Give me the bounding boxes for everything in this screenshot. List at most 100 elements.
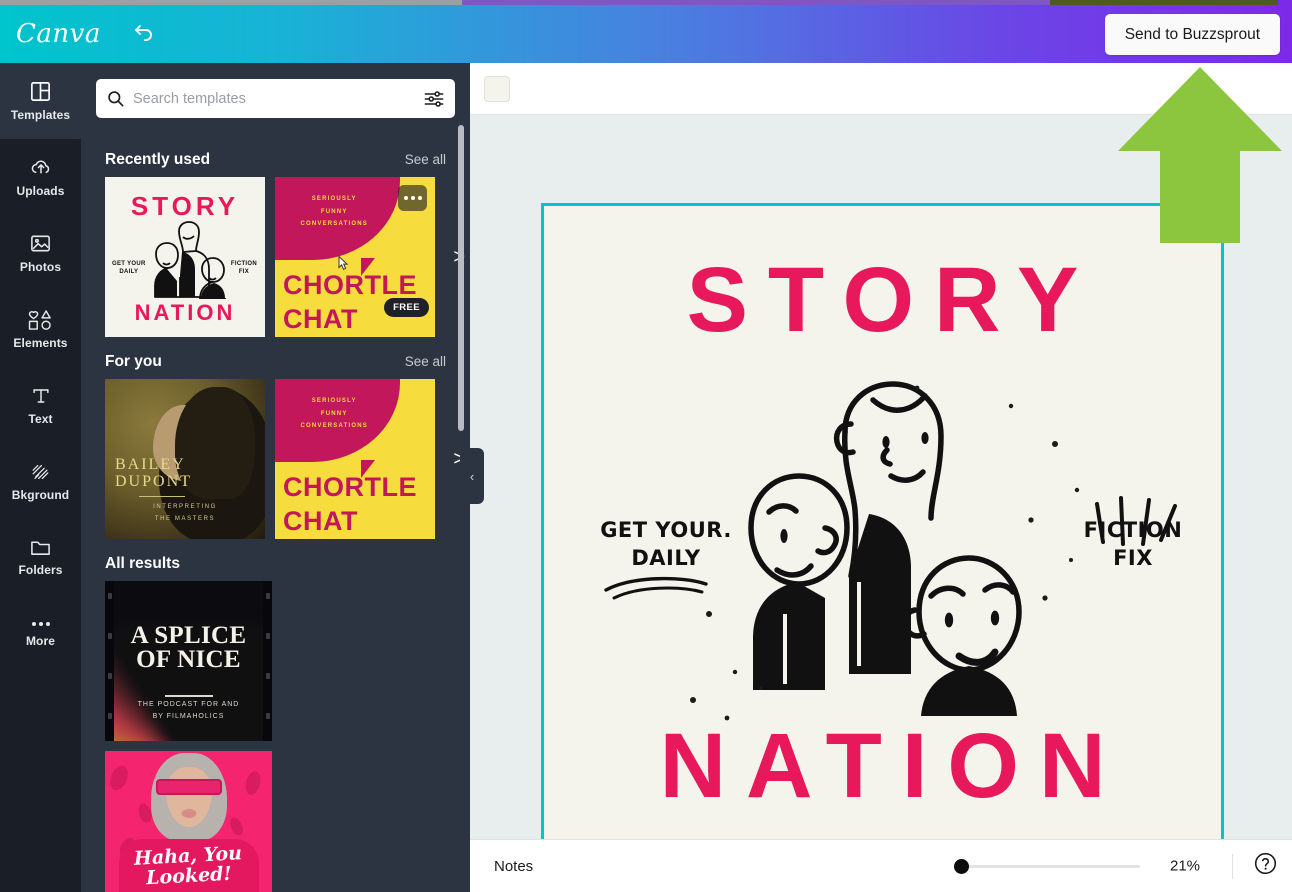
section-header-for-you: For you See all [81, 337, 470, 379]
template-card-haha-you-looked[interactable]: Haha, You Looked! THE PRANK SQUAD [105, 751, 272, 892]
divider [164, 695, 213, 697]
background-color-swatch[interactable] [484, 75, 510, 102]
templates-panel: Recently used See all STORY [81, 63, 470, 892]
section-title: All results [105, 555, 180, 572]
notes-button[interactable]: Notes [494, 858, 533, 875]
all-results-grid: A SPLICE OF NICE THE PODCAST FOR AND BY … [81, 581, 470, 892]
section-title: Recently used [105, 151, 211, 168]
hatch-pattern-icon [29, 461, 52, 483]
sidebar-item-label: Photos [19, 260, 62, 274]
sunglasses [155, 779, 222, 795]
card-bubble-text: SERIOUSLY FUNNY CONVERSATIONS [300, 196, 368, 228]
shapes-icon [28, 309, 53, 331]
card-illustration [130, 221, 240, 304]
card-artwork: SERIOUSLY FUNNY CONVERSATIONS CHORTLE CH… [275, 177, 435, 337]
card-title: BAILEY DUPONT [115, 455, 192, 491]
card-title: A SPLICE OF NICE [130, 622, 247, 674]
undo-icon[interactable] [127, 17, 161, 51]
bottom-bar-divider [1232, 854, 1233, 879]
sidebar-item-bkground[interactable]: Bkground [0, 443, 81, 519]
sidebar-item-label: Elements [13, 335, 68, 350]
send-to-buzzsprout-button[interactable]: Send to Buzzsprout [1104, 14, 1280, 55]
recently-used-row: STORY GET YOUR DAILY FICTION FIX NATION … [81, 177, 470, 337]
sidebar-item-label: Uploads [16, 184, 65, 198]
folder-icon [29, 537, 52, 558]
card-title-bottom: NATION [134, 299, 236, 325]
sidebar-item-text[interactable]: Text [0, 367, 81, 443]
panel-scroll-area[interactable]: Recently used See all STORY GET YOUR DAI… [81, 135, 470, 892]
upload-cloud-icon [29, 156, 53, 179]
editor-bottom-bar: Notes 21% [470, 839, 1292, 892]
see-all-link[interactable]: See all [405, 354, 446, 369]
canvas-note-left[interactable]: GET YOUR. DAILY [586, 516, 746, 573]
card-note-left: GET YOUR DAILY [112, 261, 146, 275]
mouse-cursor-icon [337, 255, 351, 272]
card-bubble-text: SERIOUSLY FUNNY CONVERSATIONS [300, 398, 368, 430]
card-title-line1: CHORTLE [283, 269, 417, 300]
zoom-percent-label: 21% [1170, 857, 1201, 875]
search-box[interactable] [96, 79, 455, 118]
sidebar-item-label: Text [28, 411, 53, 426]
card-subtitle: THE PODCAST FOR AND BY FILMAHOLICS [137, 701, 240, 721]
card-artwork: Haha, You Looked! THE PRANK SQUAD [105, 751, 272, 892]
panel-collapse-handle[interactable]: ‹ [460, 448, 484, 504]
template-card-story-nation[interactable]: STORY GET YOUR DAILY FICTION FIX NATION [105, 177, 265, 337]
panel-scrollbar-thumb[interactable] [458, 125, 464, 431]
canva-editor-window: Canva Send to Buzzsprout Templates Uploa… [0, 0, 1292, 892]
template-card-chortle-chat-2[interactable]: SERIOUSLY FUNNY CONVERSATIONS CHORTLE CH… [275, 379, 435, 539]
sidebar-item-elements[interactable]: Elements [0, 291, 81, 367]
text-t-icon [30, 385, 52, 407]
design-canvas[interactable]: STORY GET YOUR. DAILY FICTION FIX NATION [541, 203, 1224, 883]
canva-logo[interactable]: Canva [16, 21, 101, 47]
zoom-slider[interactable] [954, 859, 1144, 874]
photo-icon [29, 232, 52, 255]
sidebar-item-label: Bkground [11, 487, 70, 502]
canvas-burst-doodle [1095, 496, 1177, 546]
canvas-underline-doodle [604, 576, 708, 600]
sidebar-item-folders[interactable]: Folders [0, 519, 81, 595]
sidebar-item-label: Templates [10, 108, 71, 122]
rail-items: Templates Uploads Photos Elements Text B… [0, 63, 81, 671]
search-area [81, 63, 470, 118]
card-artwork: A SPLICE OF NICE THE PODCAST FOR AND BY … [105, 581, 272, 741]
template-card-a-splice-of-nice[interactable]: A SPLICE OF NICE THE PODCAST FOR AND BY … [105, 581, 272, 741]
card-title-line2: CHAT [283, 303, 358, 334]
card-artwork: SERIOUSLY FUNNY CONVERSATIONS CHORTLE CH… [275, 379, 435, 539]
sidebar-item-photos[interactable]: Photos [0, 215, 81, 291]
card-title-top: STORY [130, 191, 240, 222]
canvas-title-bottom[interactable]: NATION [544, 720, 1221, 812]
canvas-content: STORY GET YOUR. DAILY FICTION FIX NATION [544, 206, 1221, 880]
sidebar-item-uploads[interactable]: Uploads [0, 139, 81, 215]
card-artwork: STORY GET YOUR DAILY FICTION FIX NATION [105, 177, 265, 337]
sidebar-item-label: Folders [18, 563, 63, 577]
card-note-right: FICTION FIX [230, 261, 257, 275]
app-header: Canva Send to Buzzsprout [0, 5, 1292, 63]
template-card-chortle-chat[interactable]: SERIOUSLY FUNNY CONVERSATIONS CHORTLE CH… [275, 177, 435, 337]
sidebar-item-label: More [25, 633, 56, 648]
see-all-link[interactable]: See all [405, 152, 446, 167]
card-ellipsis-menu-icon[interactable] [398, 185, 427, 211]
section-title: For you [105, 353, 162, 370]
sidebar-item-templates[interactable]: Templates [0, 63, 81, 139]
card-artwork: BAILEY DUPONT INTERPRETING THE MASTERS [105, 379, 265, 539]
card-title-line2: CHAT [283, 505, 358, 536]
free-badge: FREE [384, 298, 429, 317]
search-input[interactable] [133, 90, 423, 107]
help-circle-icon[interactable] [1253, 851, 1278, 881]
filter-sliders-icon[interactable] [423, 89, 445, 109]
for-you-row: BAILEY DUPONT INTERPRETING THE MASTERS S… [81, 379, 470, 539]
template-card-bailey-dupont[interactable]: BAILEY DUPONT INTERPRETING THE MASTERS [105, 379, 265, 539]
zoom-slider-knob[interactable] [954, 859, 969, 874]
section-header-all-results: All results [81, 539, 470, 581]
card-subtitle: INTERPRETING THE MASTERS [153, 504, 217, 522]
search-icon [106, 89, 125, 108]
ellipsis-icon [29, 619, 53, 629]
left-nav-rail: Templates Uploads Photos Elements Text B… [0, 63, 81, 892]
divider [139, 496, 185, 497]
templates-icon [29, 80, 52, 103]
character-lips [181, 809, 196, 818]
section-header-recently-used: Recently used See all [81, 135, 470, 177]
card-title-line1: CHORTLE [283, 471, 417, 502]
sidebar-item-more[interactable]: More [0, 595, 81, 671]
green-up-arrow [1114, 63, 1286, 243]
